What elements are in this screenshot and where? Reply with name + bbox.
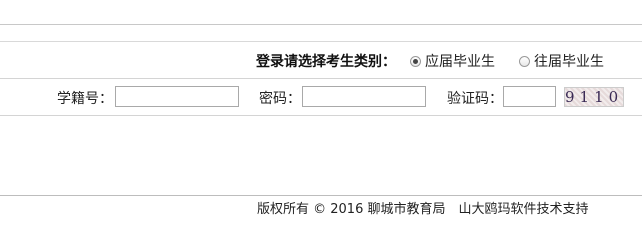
divider-footer — [0, 195, 642, 196]
login-form-row: 学籍号： 密码： 验证码： 9110 — [0, 86, 642, 108]
captcha-label: 验证码： — [447, 91, 503, 107]
radio-label-past-graduate: 往届毕业生 — [534, 54, 604, 70]
login-type-prompt: 登录请选择考生类别： — [256, 54, 396, 70]
password-input[interactable] — [302, 86, 426, 107]
footer-copyright: 版权所有 © 2016 聊城市教育局 山大鸥玛软件技术支持 — [257, 202, 589, 217]
radio-label-current-graduate: 应届毕业生 — [425, 54, 495, 70]
radio-selected-dot — [413, 58, 418, 64]
radio-button-past-graduate[interactable] — [519, 55, 530, 67]
login-type-row: 登录请选择考生类别： 应届毕业生 往届毕业生 — [256, 50, 628, 72]
password-label: 密码： — [259, 91, 301, 107]
divider-middle — [0, 78, 642, 79]
radio-button-current-graduate[interactable] — [410, 55, 421, 67]
student-id-label: 学籍号： — [57, 91, 113, 107]
divider-form-bottom — [0, 115, 642, 116]
captcha-input[interactable] — [503, 86, 556, 107]
divider-header — [0, 41, 642, 42]
captcha-image[interactable]: 9110 — [564, 87, 624, 107]
radio-option-current-graduate[interactable]: 应届毕业生 — [410, 51, 495, 71]
radio-option-past-graduate[interactable]: 往届毕业生 — [519, 51, 604, 71]
student-id-input[interactable] — [115, 86, 239, 107]
divider-top — [0, 24, 642, 25]
